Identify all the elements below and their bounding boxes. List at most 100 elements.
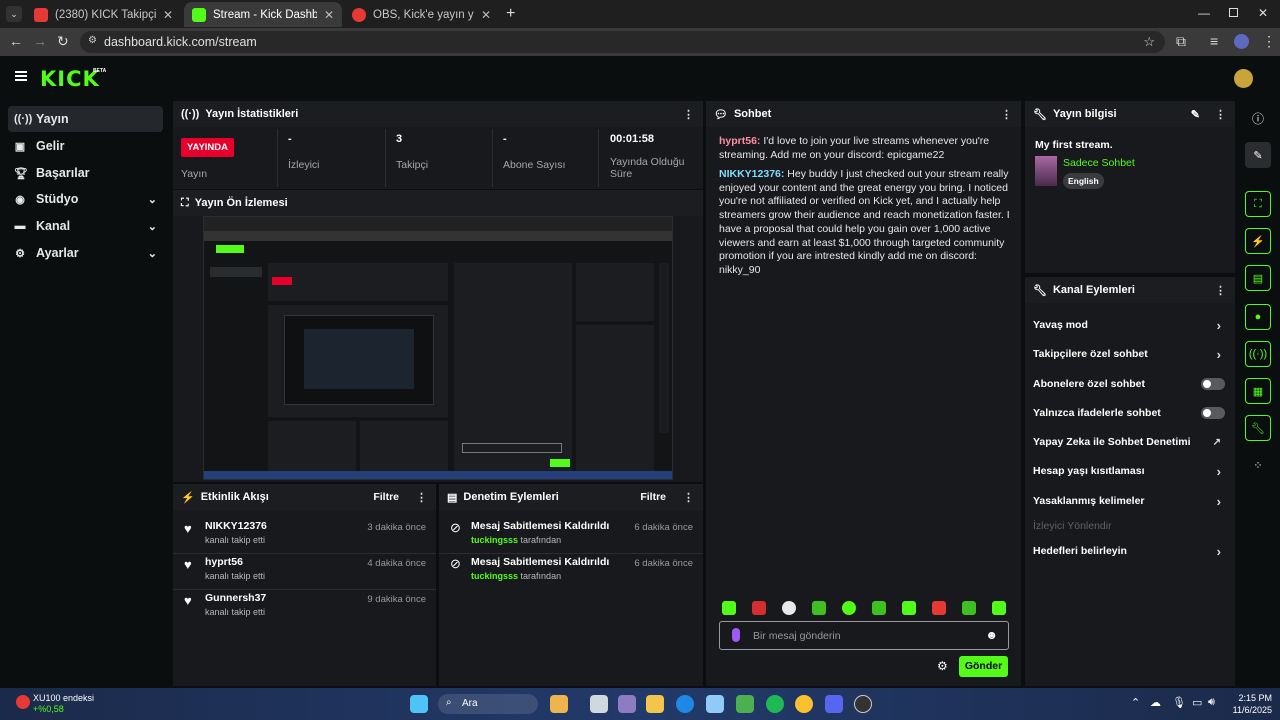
activity-item[interactable]: ♥ hyprt56 kanalı takip etti 4 dakika önc…	[173, 554, 436, 590]
emote-icon[interactable]	[932, 601, 946, 615]
start-icon[interactable]	[410, 695, 428, 713]
minecraft-icon[interactable]	[736, 695, 754, 713]
emote-icon[interactable]	[782, 601, 796, 615]
minimize-icon[interactable]: —	[1198, 6, 1210, 20]
chevron-down-icon[interactable]: ⌄	[148, 247, 157, 260]
widgets-icon[interactable]	[550, 695, 568, 713]
moderation-toggle-icon[interactable]: ▤	[1245, 265, 1271, 291]
more-options-icon[interactable]: ⋮	[683, 491, 694, 504]
chrome-icon[interactable]	[795, 695, 813, 713]
forward-icon[interactable]: →	[33, 33, 47, 49]
sidebar-item-basarilar[interactable]: 🏆︎ Başarılar	[8, 160, 163, 186]
sidebar-item-kanal[interactable]: ▬ Kanal ⌄	[8, 213, 163, 239]
sidebar-item-ayarlar[interactable]: ⚙ Ayarlar ⌄	[8, 240, 163, 266]
chevron-down-icon[interactable]: ⌄	[148, 220, 157, 233]
moderation-item[interactable]: ⊘ Mesaj Sabitlemesi Kaldırıldı tuckingss…	[439, 554, 703, 590]
more-options-icon[interactable]: ⋮	[1001, 108, 1012, 121]
more-options-icon[interactable]: ⋮	[1215, 284, 1226, 297]
reload-icon[interactable]: ↻	[57, 33, 69, 50]
emote-icon[interactable]	[992, 601, 1006, 615]
file-explorer-icon[interactable]	[646, 695, 664, 713]
obs-icon[interactable]	[854, 695, 872, 713]
chat-settings-icon[interactable]: ⚙	[937, 659, 948, 673]
action-followers-only[interactable]: Takipçilere özel sohbet ›	[1033, 343, 1227, 365]
moderation-item[interactable]: ⊘ Mesaj Sabitlemesi Kaldırıldı tuckingss…	[439, 518, 703, 554]
layout-toggle-icon[interactable]: ▦	[1245, 378, 1271, 404]
edge-icon[interactable]	[676, 695, 694, 713]
menu-icon[interactable]: ⋮	[1262, 33, 1276, 50]
action-ai-moderation[interactable]: Yapay Zeka ile Sohbet Denetimi ↗	[1033, 431, 1227, 453]
preview-toggle-icon[interactable]: ⛶	[1245, 191, 1271, 217]
restore-icon[interactable]	[1229, 8, 1238, 17]
bookmark-star-icon[interactable]: ☆	[1143, 34, 1155, 50]
more-options-icon[interactable]: ⋮	[416, 491, 427, 504]
back-icon[interactable]: ←	[9, 33, 23, 49]
more-options-icon[interactable]: ⋮	[1215, 108, 1226, 121]
display-tray-icon[interactable]: ▭	[1192, 696, 1202, 709]
kick-logo[interactable]: KICK	[40, 67, 100, 91]
task-view-icon[interactable]	[590, 695, 608, 713]
browser-tab-obs[interactable]: OBS, Kick'e yayın yaparken süre ✕	[344, 2, 499, 27]
emote-icon[interactable]	[872, 601, 886, 615]
discord-icon[interactable]	[825, 695, 843, 713]
more-options-icon[interactable]: ⋮	[683, 108, 694, 121]
window-close-icon[interactable]: ✕	[1258, 6, 1268, 20]
emote-icon[interactable]	[902, 601, 916, 615]
taskbar-search[interactable]: ⌕ Ara	[438, 694, 538, 714]
copilot-icon[interactable]	[618, 695, 636, 713]
emote-icon[interactable]	[722, 601, 736, 615]
info-icon[interactable]: ⓘ	[1245, 105, 1271, 131]
media-icon[interactable]: ≡	[1210, 33, 1218, 49]
close-icon[interactable]: ✕	[481, 8, 491, 22]
chevron-down-icon[interactable]: ⌄	[148, 193, 157, 206]
stream-preview-video[interactable]	[203, 216, 673, 480]
edit-icon[interactable]: ✎	[1191, 108, 1200, 121]
url-field[interactable]: ⚙ dashboard.kick.com/stream ☆	[80, 31, 1165, 53]
mic-tray-icon[interactable]: 🎙︎	[1172, 696, 1186, 709]
emote-icon[interactable]	[842, 601, 856, 615]
edit-layout-icon[interactable]: ✎	[1245, 142, 1271, 168]
chat-toggle-icon[interactable]: ●	[1245, 304, 1271, 330]
send-button[interactable]: Gönder	[959, 656, 1008, 677]
mic-icon[interactable]	[732, 628, 740, 642]
volume-tray-icon[interactable]: 🔊︎	[1208, 696, 1215, 709]
network-tray-icon[interactable]: ☁	[1150, 696, 1161, 709]
emote-icon[interactable]	[752, 601, 766, 615]
action-account-age[interactable]: Hesap yaşı kısıtlaması ›	[1033, 460, 1227, 482]
clock[interactable]: 2:15 PM 11/6/2025	[1228, 693, 1272, 715]
emote-icon[interactable]	[812, 601, 826, 615]
profile-avatar[interactable]	[1234, 34, 1249, 49]
user-avatar[interactable]	[1234, 69, 1253, 88]
activity-item[interactable]: ♥ Gunnersh37 kanalı takip etti 9 dakika …	[173, 590, 436, 626]
spotify-icon[interactable]	[766, 695, 784, 713]
close-icon[interactable]: ✕	[163, 8, 173, 22]
category-link[interactable]: Sadece Sohbet	[1063, 157, 1135, 169]
close-icon[interactable]: ✕	[324, 8, 334, 22]
action-banned-words[interactable]: Yasaklanmış kelimeler ›	[1033, 490, 1227, 512]
hamburger-menu-icon[interactable]	[15, 71, 27, 81]
moderation-filter-button[interactable]: Filtre	[640, 491, 666, 503]
stats-toggle-icon[interactable]: ((·))	[1245, 341, 1271, 367]
tab-search-icon[interactable]: ⌄	[6, 6, 22, 22]
browser-tab-kick[interactable]: Stream - Kick Dashboard ✕	[184, 2, 342, 27]
new-tab-icon[interactable]: +	[506, 5, 515, 23]
tray-chevron-icon[interactable]: ⌃	[1131, 696, 1140, 709]
chat-input[interactable]: Bir mesaj gönderin ☻	[719, 621, 1009, 650]
more-widgets-icon[interactable]: ⁘	[1245, 452, 1271, 478]
chat-message[interactable]: hyprt56: I'd love to join your live stre…	[719, 135, 1011, 162]
chat-message[interactable]: NIKKY12376: Hey buddy I just checked out…	[719, 168, 1011, 278]
browser-tab-youtube[interactable]: (2380) KICK Takipçi Bildirimi ve Ç ✕	[26, 2, 181, 27]
subscribers-only-toggle[interactable]	[1201, 378, 1225, 390]
activity-toggle-icon[interactable]: ⚡	[1245, 228, 1271, 254]
emotes-only-toggle[interactable]	[1201, 407, 1225, 419]
action-slow-mode[interactable]: Yavaş mod ›	[1033, 314, 1227, 336]
sidebar-item-yayin[interactable]: ((·)) Yayın	[8, 106, 163, 132]
action-set-goals[interactable]: Hedefleri belirleyin ›	[1033, 540, 1227, 562]
sidebar-item-studyo[interactable]: ◉ Stüdyo ⌄	[8, 186, 163, 212]
store-icon[interactable]	[706, 695, 724, 713]
sidebar-item-gelir[interactable]: ▣ Gelir	[8, 133, 163, 159]
activity-filter-button[interactable]: Filtre	[373, 491, 399, 503]
emote-icon[interactable]	[962, 601, 976, 615]
channel-actions-toggle-icon[interactable]: 🔧︎	[1245, 415, 1271, 441]
activity-item[interactable]: ♥ NIKKY12376 kanalı takip etti 3 dakika …	[173, 518, 436, 554]
